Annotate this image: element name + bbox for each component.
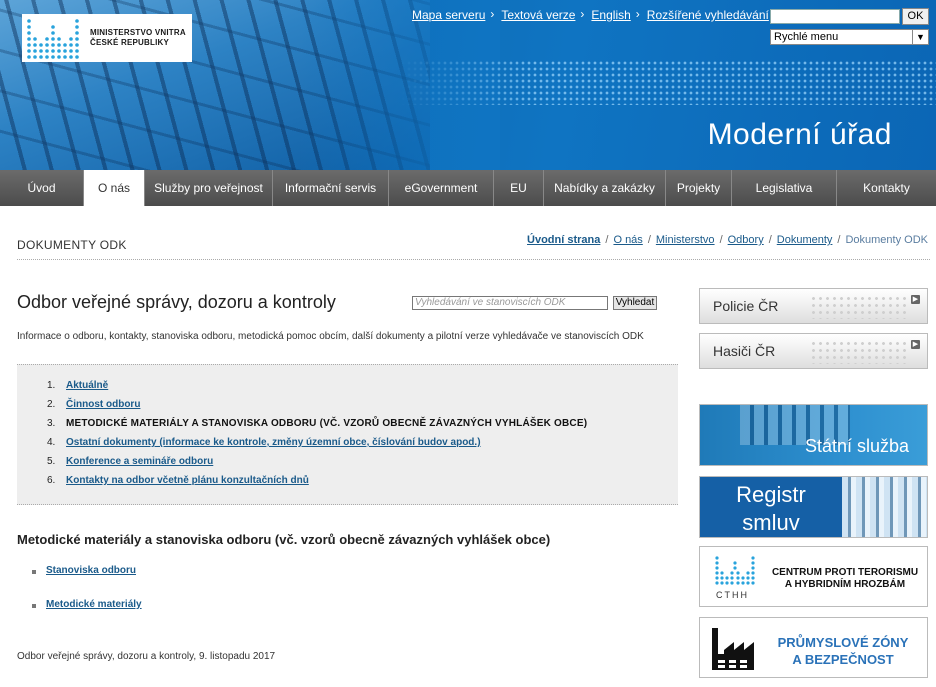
cthh-logo-icon <box>715 556 755 585</box>
site-search-input[interactable] <box>770 9 900 24</box>
breadcrumb-separator: / <box>605 234 609 246</box>
factory-icon <box>712 628 754 670</box>
bullet-icon <box>32 604 36 608</box>
banner-statni-sluzba[interactable]: Státní služba <box>699 404 928 466</box>
banner-registr-smluv[interactable]: Registr smluv <box>699 476 928 538</box>
server-room-image <box>842 477 927 537</box>
cthh-line2: A HYBRIDNÍM HROZBÁM <box>784 579 906 590</box>
toc-number: 6. <box>47 475 56 486</box>
breadcrumb-o-nas[interactable]: O nás <box>613 234 642 246</box>
cthh-line1: CENTRUM PROTI TERORISMU <box>771 567 919 578</box>
nav-item-kontakty[interactable]: Kontakty <box>837 170 936 206</box>
intro-text: Informace o odboru, kontakty, stanoviska… <box>17 331 644 342</box>
zony-line1: PRŮMYSLOVÉ ZÓNY <box>777 635 909 650</box>
nav-item-eu[interactable]: EU <box>494 170 544 206</box>
bullet-icon <box>32 570 36 574</box>
nav-item-o-nas[interactable]: O nás <box>84 170 145 206</box>
sidebar-button-hasici[interactable]: Hasiči ČR ▶ <box>699 333 928 369</box>
logo-line-2: ČESKÉ REPUBLIKY <box>90 38 170 47</box>
breadcrumb-ministerstvo[interactable]: Ministerstvo <box>656 234 715 246</box>
site-search-ok-button[interactable]: OK <box>902 8 929 25</box>
nav-item-legislativa[interactable]: Legislativa <box>732 170 837 206</box>
dot-pattern <box>810 295 910 319</box>
sidebar-button-label: Hasiči ČR <box>713 343 776 359</box>
link-advanced-search[interactable]: Rozšířené vyhledávání <box>647 7 778 22</box>
banner-registr-line1: Registr <box>736 482 806 507</box>
zony-label: PRŮMYSLOVÉ ZÓNY A BEZPEČNOST <box>762 634 924 668</box>
quick-menu-value: Rychlé menu <box>774 31 839 43</box>
table-of-contents: 1. Aktuálně 2. Činnost odboru 3. METODICKÉ … <box>17 364 678 505</box>
banner-statni-label: Státní služba <box>804 436 909 456</box>
link-stanoviska-odboru[interactable]: Stanoviska odboru <box>46 565 136 576</box>
footer-note: Odbor veřejné správy, dozoru a kontroly,… <box>17 651 276 662</box>
odk-search-button[interactable]: Vyhledat <box>613 296 657 310</box>
toc-link-ostatni[interactable]: Ostatní dokumenty (informace ke kontrole… <box>66 437 481 456</box>
zony-line2: A BEZPEČNOST <box>792 652 894 667</box>
odk-search-input[interactable]: Vyhledávání ve stanoviscích ODK <box>412 296 608 310</box>
cthh-label: CENTRUM PROTI TERORISMU A HYBRIDNÍM HROZ… <box>766 567 924 591</box>
toc-number: 2. <box>47 399 56 410</box>
banner-cthh[interactable]: CTHH CENTRUM PROTI TERORISMU A HYBRIDNÍM… <box>699 546 928 607</box>
ministry-logo-icon <box>27 19 79 59</box>
list-item: 6. Kontakty na odbor včetně plánu konzult… <box>47 475 587 494</box>
nav-item-uvod[interactable]: Úvod <box>0 170 84 206</box>
link-english[interactable]: English <box>591 7 640 22</box>
toc-link-cinnost[interactable]: Činnost odboru <box>66 399 140 418</box>
nav-item-sluzby[interactable]: Služby pro veřejnost <box>145 170 273 206</box>
banner-registr-label: Registr smluv <box>726 481 816 537</box>
link-text-version[interactable]: Textová verze <box>501 7 584 22</box>
chevron-down-icon: ▼ <box>912 30 928 44</box>
toc-link-kontakty[interactable]: Kontakty na odbor včetně plánu konzultač… <box>66 475 309 494</box>
link-site-map[interactable]: Mapa serveru <box>412 7 495 22</box>
ministry-logo[interactable]: MINISTERSTVO VNITRA ČESKÉ REPUBLIKY <box>22 14 192 62</box>
banner-prumyslove-zony[interactable]: PRŮMYSLOVÉ ZÓNY A BEZPEČNOST <box>699 617 928 678</box>
top-links: Mapa serveru Textová verze English Rozší… <box>412 7 785 22</box>
nav-item-projekty[interactable]: Projekty <box>666 170 732 206</box>
page-title: Odbor veřejné správy, dozoru a kontroly <box>17 292 336 312</box>
toc-number: 5. <box>47 456 56 467</box>
subsection-title: Metodické materiály a stanoviska odboru … <box>17 532 551 547</box>
list-item: 4. Ostatní dokumenty (informace ke kontro… <box>47 437 587 456</box>
list-item: 1. Aktuálně <box>47 380 587 399</box>
breadcrumb-odbory[interactable]: Odbory <box>728 234 764 246</box>
section-title: DOKUMENTY ODK <box>17 238 127 252</box>
arrow-right-icon: ▶ <box>911 295 920 304</box>
breadcrumb-current: Dokumenty ODK <box>845 234 928 246</box>
ministry-logo-text: MINISTERSTVO VNITRA ČESKÉ REPUBLIKY <box>90 28 186 48</box>
list-item: 2. Činnost odboru <box>47 399 587 418</box>
list-item: 5. Konference a semináře odboru <box>47 456 587 475</box>
breadcrumb-dokumenty[interactable]: Dokumenty <box>777 234 833 246</box>
logo-line-1: MINISTERSTVO VNITRA <box>90 28 186 37</box>
breadcrumb-separator: / <box>719 234 723 246</box>
quick-menu-select[interactable]: Rychlé menu ▼ <box>770 29 929 45</box>
link-metodicke-materialy[interactable]: Metodické materiály <box>46 599 142 610</box>
breadcrumb: Úvodní strana / O nás / Ministerstvo / Odbory /… <box>527 234 928 246</box>
cthh-abbreviation: CTHH <box>716 590 749 600</box>
site-header: MINISTERSTVO VNITRA ČESKÉ REPUBLIKY Mapa… <box>0 0 936 170</box>
list-item: 3. METODICKÉ MATERIÁLY A STANOVISKA ODBOR… <box>47 418 587 437</box>
toc-link-aktualne[interactable]: Aktuálně <box>66 380 108 399</box>
toc-number: 3. <box>47 418 56 429</box>
toc-link-konference[interactable]: Konference a semináře odboru <box>66 456 213 475</box>
divider <box>17 259 930 260</box>
nav-item-informacni-servis[interactable]: Informační servis <box>273 170 389 206</box>
nav-item-egovernment[interactable]: eGovernment <box>389 170 494 206</box>
toc-number: 1. <box>47 380 56 391</box>
toc-number: 4. <box>47 437 56 448</box>
header-dot-pattern <box>400 60 936 105</box>
breadcrumb-separator: / <box>837 234 841 246</box>
main-navigation: Úvod O nás Služby pro veřejnost Informač… <box>0 170 936 206</box>
toc-current-item: METODICKÉ MATERIÁLY A STANOVISKA ODBORU … <box>66 418 588 429</box>
breadcrumb-separator: / <box>647 234 651 246</box>
breadcrumb-home[interactable]: Úvodní strana <box>527 234 600 246</box>
breadcrumb-separator: / <box>768 234 772 246</box>
nav-item-nabidky[interactable]: Nabídky a zakázky <box>544 170 666 206</box>
arrow-right-icon: ▶ <box>911 340 920 349</box>
banner-registr-line2: smluv <box>742 510 800 535</box>
header-slogan: Moderní úřad <box>707 118 892 151</box>
dot-pattern <box>810 340 910 364</box>
sidebar-button-policie[interactable]: Policie ČR ▶ <box>699 288 928 324</box>
sidebar-button-label: Policie ČR <box>713 298 779 314</box>
